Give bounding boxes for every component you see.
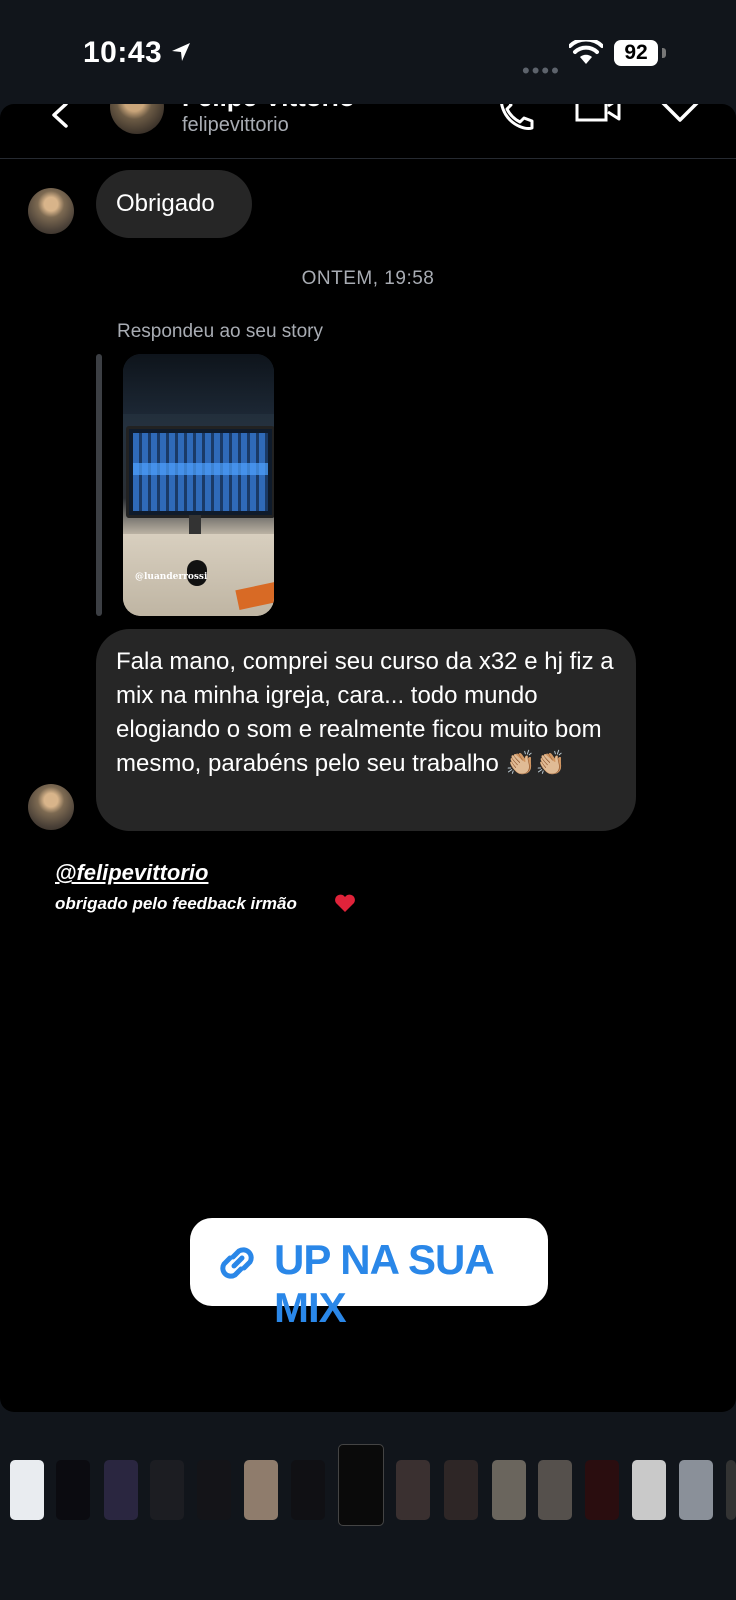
story-card: Felipe Vittorio felipevittorio Obrigado … (0, 104, 736, 1412)
story-thumb[interactable] (104, 1460, 138, 1520)
message-bubble[interactable]: Fala mano, comprei seu curso da x32 e hj… (96, 629, 636, 831)
story-thumb[interactable] (492, 1460, 526, 1520)
story-thumb[interactable] (244, 1460, 278, 1520)
story-thumb[interactable] (396, 1460, 430, 1520)
link-sticker[interactable]: UP NA SUA MIX (190, 1218, 548, 1331)
story-thumbnail-strip (0, 1440, 736, 1530)
wifi-icon (569, 40, 603, 64)
story-thumb-selected[interactable] (338, 1444, 384, 1526)
story-thumb[interactable] (538, 1460, 572, 1520)
story-thumb[interactable] (679, 1460, 713, 1520)
thumb-screen-band (133, 463, 268, 475)
story-mention[interactable]: @felipevittorio (55, 860, 208, 886)
story-thumb[interactable] (197, 1460, 231, 1520)
story-thumb[interactable] (726, 1460, 736, 1520)
link-icon (220, 1247, 254, 1279)
status-time: 10:43 (83, 36, 163, 69)
story-thumbnail[interactable]: @luanderrossi (123, 354, 274, 616)
heart-icon (335, 894, 355, 912)
story-thumb[interactable] (291, 1460, 325, 1520)
message-timestamp: ONTEM, 19:58 (301, 268, 435, 289)
story-thumb[interactable] (632, 1460, 666, 1520)
story-thumb[interactable] (585, 1460, 619, 1520)
sender-avatar[interactable] (28, 188, 74, 234)
status-bar: 10:43 •••• 92 (0, 0, 736, 104)
story-caption: obrigado pelo feedback irmão (55, 894, 297, 913)
signal-dots: •••• (522, 58, 561, 83)
battery-tip (662, 48, 666, 58)
story-thumb[interactable] (56, 1460, 90, 1520)
chat-header: Felipe Vittorio felipevittorio (0, 104, 736, 159)
battery-indicator: 92 (614, 40, 658, 66)
tag-icon[interactable] (660, 104, 702, 132)
thumb-ceiling (123, 354, 274, 414)
thumb-monitor (126, 426, 274, 518)
video-camera-icon[interactable] (574, 104, 622, 128)
story-thumb[interactable] (150, 1460, 184, 1520)
header-name[interactable]: Felipe Vittorio (182, 104, 355, 113)
header-avatar[interactable] (110, 104, 164, 134)
link-label: UP NA SUA MIX (274, 1236, 493, 1331)
reply-label: Respondeu ao seu story (117, 321, 323, 342)
thumb-credit: @luanderrossi (135, 572, 208, 582)
reply-bar (96, 354, 102, 616)
back-arrow-icon[interactable] (48, 104, 74, 128)
story-thumb[interactable] (444, 1460, 478, 1520)
phone-icon[interactable] (496, 104, 536, 132)
message-bubble[interactable]: Obrigado (96, 170, 252, 238)
header-username[interactable]: felipevittorio (182, 114, 289, 137)
story-thumb[interactable] (10, 1460, 44, 1520)
location-arrow-icon (172, 43, 190, 61)
sender-avatar[interactable] (28, 784, 74, 830)
